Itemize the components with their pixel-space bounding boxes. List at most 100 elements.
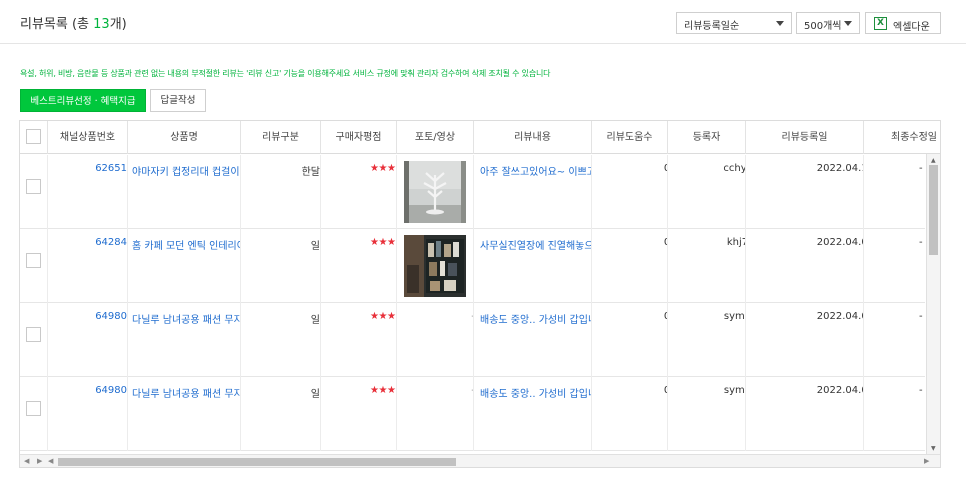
- helpful-cell: 0: [592, 303, 668, 377]
- page-size-select[interactable]: 500개씩: [796, 12, 860, 34]
- row-checkbox[interactable]: [26, 327, 41, 342]
- header-checkbox-cell: [20, 121, 48, 154]
- review-type: 한달사용: [301, 167, 320, 178]
- row-checkbox[interactable]: [26, 253, 41, 268]
- review-photo-thumbnail[interactable]: [404, 161, 466, 223]
- row-checkbox-cell: [20, 155, 48, 229]
- rating-cell: ★★★★★ 5: [321, 377, 397, 451]
- scroll-down-icon[interactable]: ▼: [931, 445, 936, 452]
- header-bar: 리뷰목록 (총 13개) 리뷰등록일순 500개씩 X 엑셀다운: [0, 0, 966, 44]
- product-no-link[interactable]: 6498008712: [88, 311, 127, 322]
- date-cell: 2022.04.07. 19:03: [746, 229, 864, 303]
- product-no-link[interactable]: 6428426759: [88, 237, 127, 248]
- col-modified[interactable]: 최종수정일: [864, 121, 940, 154]
- date-cell: 2022.04.07. 16:29: [746, 303, 864, 377]
- col-rating[interactable]: 구매자평점: [321, 121, 397, 154]
- review-content-link[interactable]: 사무실진열장에 진열해놓으니: [480, 237, 591, 252]
- helpful-count: 0: [630, 311, 667, 322]
- photo-cell: [397, 229, 474, 303]
- row-checkbox-cell: [20, 303, 48, 377]
- chevron-down-icon: [844, 21, 852, 26]
- author-cell: sym0***: [668, 303, 746, 377]
- review-content-link[interactable]: 배송도 중앙.. 가성비 갑입니다: [480, 311, 591, 326]
- vertical-scroll-thumb[interactable]: [929, 165, 938, 255]
- row-checkbox[interactable]: [26, 401, 41, 416]
- col-product-no[interactable]: 채널상품번호: [48, 121, 128, 154]
- review-photo-thumbnail[interactable]: [404, 235, 466, 297]
- excel-download-button[interactable]: X 엑셀다운: [865, 12, 941, 34]
- content-cell: 배송도 중앙.. 가성비 갑입니다: [474, 377, 592, 451]
- col-date[interactable]: 리뷰등록일: [746, 121, 864, 154]
- product-name-link[interactable]: 다닐루 남녀공용 패션 무지: [132, 311, 240, 326]
- excel-download-label: 엑셀다운: [893, 22, 930, 33]
- page-size-value: 500개씩: [804, 21, 842, 32]
- author-cell: sym0***: [668, 377, 746, 451]
- star-rating-icon: ★★★★★: [370, 311, 396, 322]
- rating-cell: ★★★★★ 5: [321, 229, 397, 303]
- table-row[interactable]: 6498008712 다닐루 남녀공용 패션 무지 일반 ★★★★★ 5 - 배…: [20, 377, 925, 451]
- review-type-cell: 일반: [241, 303, 321, 377]
- modified-date: -: [919, 163, 923, 174]
- product-name-link[interactable]: 홈 카페 모던 엔틱 인테리어: [132, 237, 240, 252]
- author: cchy****: [723, 163, 746, 174]
- modified-cell: -: [864, 377, 925, 451]
- author: khj7***: [726, 237, 745, 248]
- row-checkbox[interactable]: [26, 179, 41, 194]
- vertical-scrollbar[interactable]: ▲ ▼: [926, 154, 940, 454]
- product-name-cell: 다닐루 남녀공용 패션 무지: [128, 377, 241, 451]
- scroll-right-icon[interactable]: ▶: [37, 457, 42, 465]
- review-date: 2022.04.07. 16:29: [816, 311, 863, 322]
- modified-cell: -: [864, 303, 925, 377]
- sort-select[interactable]: 리뷰등록일순: [676, 12, 792, 34]
- product-name-link[interactable]: 야마자키 컵정리대 컵걸이: [132, 163, 240, 178]
- date-cell: 2022.04.07. 16:28: [746, 377, 864, 451]
- reply-button[interactable]: 답글작성: [150, 89, 206, 112]
- helpful-cell: 0: [592, 155, 668, 229]
- select-all-checkbox[interactable]: [26, 129, 41, 144]
- col-photo[interactable]: 포토/영상: [397, 121, 474, 154]
- col-product-name[interactable]: 상품명: [128, 121, 241, 154]
- product-no-cell: 6498008712: [48, 303, 128, 377]
- table-row[interactable]: 6428426759 홈 카페 모던 엔틱 인테리어 일반 ★★★★★ 5 사무…: [20, 229, 925, 303]
- author-cell: khj7***: [668, 229, 746, 303]
- author-cell: cchy****: [668, 155, 746, 229]
- review-content-link[interactable]: 배송도 중앙.. 가성비 갑입니다: [480, 385, 591, 400]
- col-review-type[interactable]: 리뷰구분: [241, 121, 321, 154]
- author: sym0***: [723, 311, 745, 322]
- star-rating-icon: ★★★★★: [370, 237, 396, 248]
- col-author[interactable]: 등록자: [668, 121, 746, 154]
- horizontal-scrollbar[interactable]: ◀ ▶ ◀ ▶: [20, 454, 940, 467]
- product-name-cell: 홈 카페 모던 엔틱 인테리어: [128, 229, 241, 303]
- product-no-link[interactable]: 6498008712: [88, 385, 127, 396]
- review-date: 2022.04.07. 16:28: [816, 385, 863, 396]
- rating-cell: ★★★★★ 5: [321, 155, 397, 229]
- table-row[interactable]: 6265125332 야마자키 컵정리대 컵걸이 한달사용 ★★★★★ 5 아주…: [20, 155, 925, 229]
- review-count: 13: [93, 17, 110, 32]
- row-checkbox-cell: [20, 377, 48, 451]
- scroll-right-icon[interactable]: ▶: [924, 457, 929, 465]
- scroll-up-icon[interactable]: ▲: [931, 157, 936, 164]
- sort-select-value: 리뷰등록일순: [684, 21, 740, 32]
- col-helpful[interactable]: 리뷰도움수: [592, 121, 668, 154]
- product-name-cell: 야마자키 컵정리대 컵걸이: [128, 155, 241, 229]
- review-type-cell: 일반: [241, 229, 321, 303]
- scroll-left-icon[interactable]: ◀: [24, 457, 29, 465]
- table-row[interactable]: 6498008712 다닐루 남녀공용 패션 무지 일반 ★★★★★ 5 - 배…: [20, 303, 925, 377]
- col-content[interactable]: 리뷰내용: [474, 121, 592, 154]
- helpful-cell: 0: [592, 377, 668, 451]
- best-review-button[interactable]: 베스트리뷰선정 · 혜택지급: [20, 89, 146, 112]
- photo-cell: -: [397, 303, 474, 377]
- product-no-link[interactable]: 6265125332: [88, 163, 127, 174]
- scroll-left-icon[interactable]: ◀: [48, 457, 53, 465]
- review-content-link[interactable]: 아주 잘쓰고있어요~ 이쁘고: [480, 163, 591, 178]
- modified-date: -: [919, 385, 923, 396]
- row-checkbox-cell: [20, 229, 48, 303]
- table-header: 채널상품번호 상품명 리뷰구분 구매자평점 포토/영상 리뷰내용 리뷰도움수 등…: [20, 121, 940, 154]
- product-no-cell: 6428426759: [48, 229, 128, 303]
- helpful-cell: 0: [592, 229, 668, 303]
- star-rating-icon: ★★★★★: [370, 163, 396, 174]
- horizontal-scroll-thumb[interactable]: [58, 458, 456, 466]
- page-title: 리뷰목록 (총 13개): [20, 13, 127, 32]
- product-name-link[interactable]: 다닐루 남녀공용 패션 무지: [132, 385, 240, 400]
- date-cell: 2022.04.10. 22:28: [746, 155, 864, 229]
